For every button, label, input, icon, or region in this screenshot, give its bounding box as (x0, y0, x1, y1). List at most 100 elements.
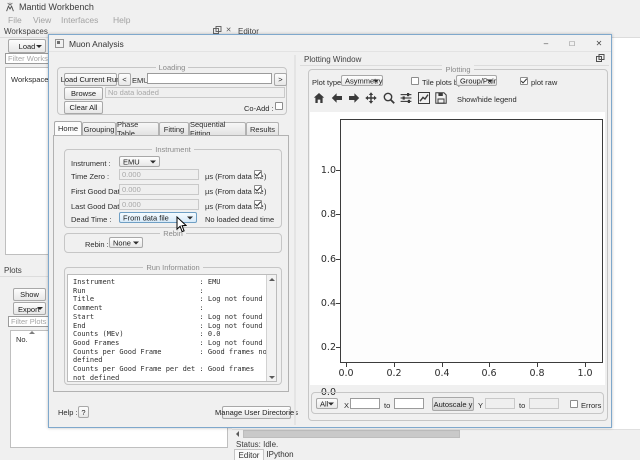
chevron-down-icon (487, 79, 493, 82)
plotting-window-dock-label: Plotting Window (304, 55, 362, 64)
muon-analysis-window-icon (55, 39, 64, 48)
instrument-combo[interactable]: EMU (119, 156, 160, 167)
first-good-data-unit-end: ) (264, 187, 267, 196)
errors-label: Errors (581, 401, 602, 410)
float-icon[interactable] (596, 54, 605, 63)
show-hide-legend-label[interactable]: Show/hide legend (457, 95, 517, 104)
rebin-group: Rebin Rebin : None (64, 229, 282, 253)
y-range-label: Y (478, 401, 484, 410)
tab-results[interactable]: Results (246, 122, 279, 135)
instrument-group-title: Instrument (152, 145, 194, 154)
plots-dock-label: Plots (4, 266, 22, 275)
export-plot-button[interactable]: Export (13, 302, 46, 315)
menu-interfaces[interactable]: Interfaces (61, 15, 98, 25)
tile-plots-checkbox[interactable] (411, 77, 419, 85)
tab-home[interactable]: Home (54, 121, 82, 135)
load-current-run-button[interactable]: Load Current Run (61, 73, 120, 86)
run-information-textarea[interactable]: Instrument : EMU Run : Title : Log not f… (67, 274, 277, 382)
plot-raw-checkbox[interactable] (520, 77, 528, 85)
pan-move-icon[interactable] (365, 92, 377, 104)
next-run-button[interactable]: > (274, 73, 287, 86)
plotting-group: Plotting Plot type : Asymmetry Tile plot… (308, 65, 608, 421)
tab-grouping[interactable]: Grouping (82, 122, 116, 135)
x-tick-label: 0.8 (529, 368, 545, 379)
x-tick-label: 0.2 (386, 368, 402, 379)
last-good-data-field: 0.000 (119, 199, 199, 210)
browse-button[interactable]: Browse (64, 87, 103, 100)
last-good-data-from-file-checkbox[interactable] (254, 200, 262, 208)
editor-horizontal-scrollbar[interactable] (232, 429, 640, 439)
dead-time-status-label: No loaded dead time (205, 215, 275, 224)
window-title: Mantid Workbench (19, 2, 94, 12)
tab-sequential-fitting[interactable]: Sequential Fitting (189, 120, 246, 138)
time-zero-value: 0.000 (122, 170, 141, 179)
browse-label: Browse (70, 89, 96, 98)
load-button-label: Load (18, 41, 36, 51)
minimize-button[interactable]: – (538, 38, 554, 50)
run-information-scrollbar[interactable] (266, 275, 276, 381)
save-figure-icon[interactable] (435, 92, 447, 104)
help-button[interactable]: ? (78, 406, 89, 418)
manage-user-directories-button[interactable]: Manage User Directories (215, 406, 298, 419)
instrument-label: Instrument : (71, 159, 111, 168)
autoscale-y-button[interactable]: Autoscale y (432, 397, 474, 411)
muon-analysis-window[interactable]: Muon Analysis – □ ✕ Loading Load Current… (48, 34, 612, 428)
tile-plots-by-combo[interactable]: Group/Pair (456, 75, 497, 86)
menu-file[interactable]: File (8, 15, 22, 25)
plot-canvas[interactable]: 0.0 0.2 0.4 0.6 0.8 1.0 0.0 0.2 0.4 0.6 … (310, 112, 605, 398)
plot-axes[interactable] (340, 119, 603, 363)
coadd-checkbox[interactable] (275, 102, 283, 110)
chevron-down-icon (133, 241, 139, 244)
tab-fitting[interactable]: Fitting (159, 122, 189, 135)
configure-subplots-icon[interactable] (400, 92, 412, 104)
previous-run-label: < (122, 75, 127, 84)
manage-user-directories-label: Manage User Directories (215, 408, 298, 417)
first-good-data-from-file-checkbox[interactable] (254, 185, 262, 193)
last-good-data-unit-end: ) (264, 202, 267, 211)
menu-view[interactable]: View (33, 15, 51, 25)
rebin-combo[interactable]: None (109, 237, 143, 248)
y-max-input[interactable] (529, 398, 559, 409)
scroll-up-arrow-icon[interactable] (267, 275, 276, 283)
time-zero-from-file-checkbox[interactable] (254, 170, 262, 178)
previous-run-button[interactable]: < (118, 73, 131, 86)
zoom-magnifier-icon[interactable] (383, 92, 395, 104)
dialog-splitter[interactable] (294, 55, 296, 425)
run-number-input[interactable] (147, 73, 272, 84)
scrollbar-thumb[interactable] (243, 430, 460, 438)
next-run-label: > (278, 75, 283, 84)
scroll-down-arrow-icon[interactable] (267, 373, 276, 381)
edit-curves-icon[interactable] (418, 92, 430, 104)
load-status-field: No data loaded (105, 87, 285, 98)
clear-all-button[interactable]: Clear All (64, 101, 103, 114)
run-information-group-title: Run Information (143, 263, 203, 272)
tab-phase-table[interactable]: Phase Table (116, 120, 159, 138)
scroll-left-arrow-icon[interactable] (233, 430, 242, 438)
tab-ipython[interactable]: IPython (264, 449, 296, 460)
load-button[interactable]: Load (8, 39, 46, 53)
tab-editor[interactable]: Editor (234, 449, 264, 460)
x-max-input[interactable] (394, 398, 424, 409)
chevron-down-icon (373, 79, 379, 82)
x-range-to-label: to (384, 401, 391, 410)
back-arrow-icon[interactable] (331, 92, 343, 104)
menu-help[interactable]: Help (113, 15, 130, 25)
forward-arrow-icon[interactable] (348, 92, 360, 104)
home-icon[interactable] (313, 92, 325, 104)
rebin-label: Rebin : (85, 240, 109, 249)
errors-checkbox[interactable] (570, 400, 578, 408)
time-zero-label: Time Zero : (71, 172, 110, 181)
y-range-to-label: to (519, 401, 526, 410)
dead-time-label: Dead Time : (71, 215, 112, 224)
list-item[interactable]: Workspaces (11, 75, 52, 84)
plot-selector-combo[interactable]: All (316, 398, 338, 409)
plot-type-combo[interactable]: Asymmetry (341, 75, 383, 86)
maximize-button[interactable]: □ (564, 38, 580, 50)
chevron-down-icon (187, 216, 193, 219)
show-plot-button[interactable]: Show (13, 288, 46, 301)
y-min-input[interactable] (485, 398, 515, 409)
menu-bar: File View Interfaces Help (0, 13, 640, 25)
close-button[interactable]: ✕ (591, 38, 607, 50)
x-min-input[interactable] (350, 398, 380, 409)
y-tick-label: 0.6 (320, 254, 336, 265)
